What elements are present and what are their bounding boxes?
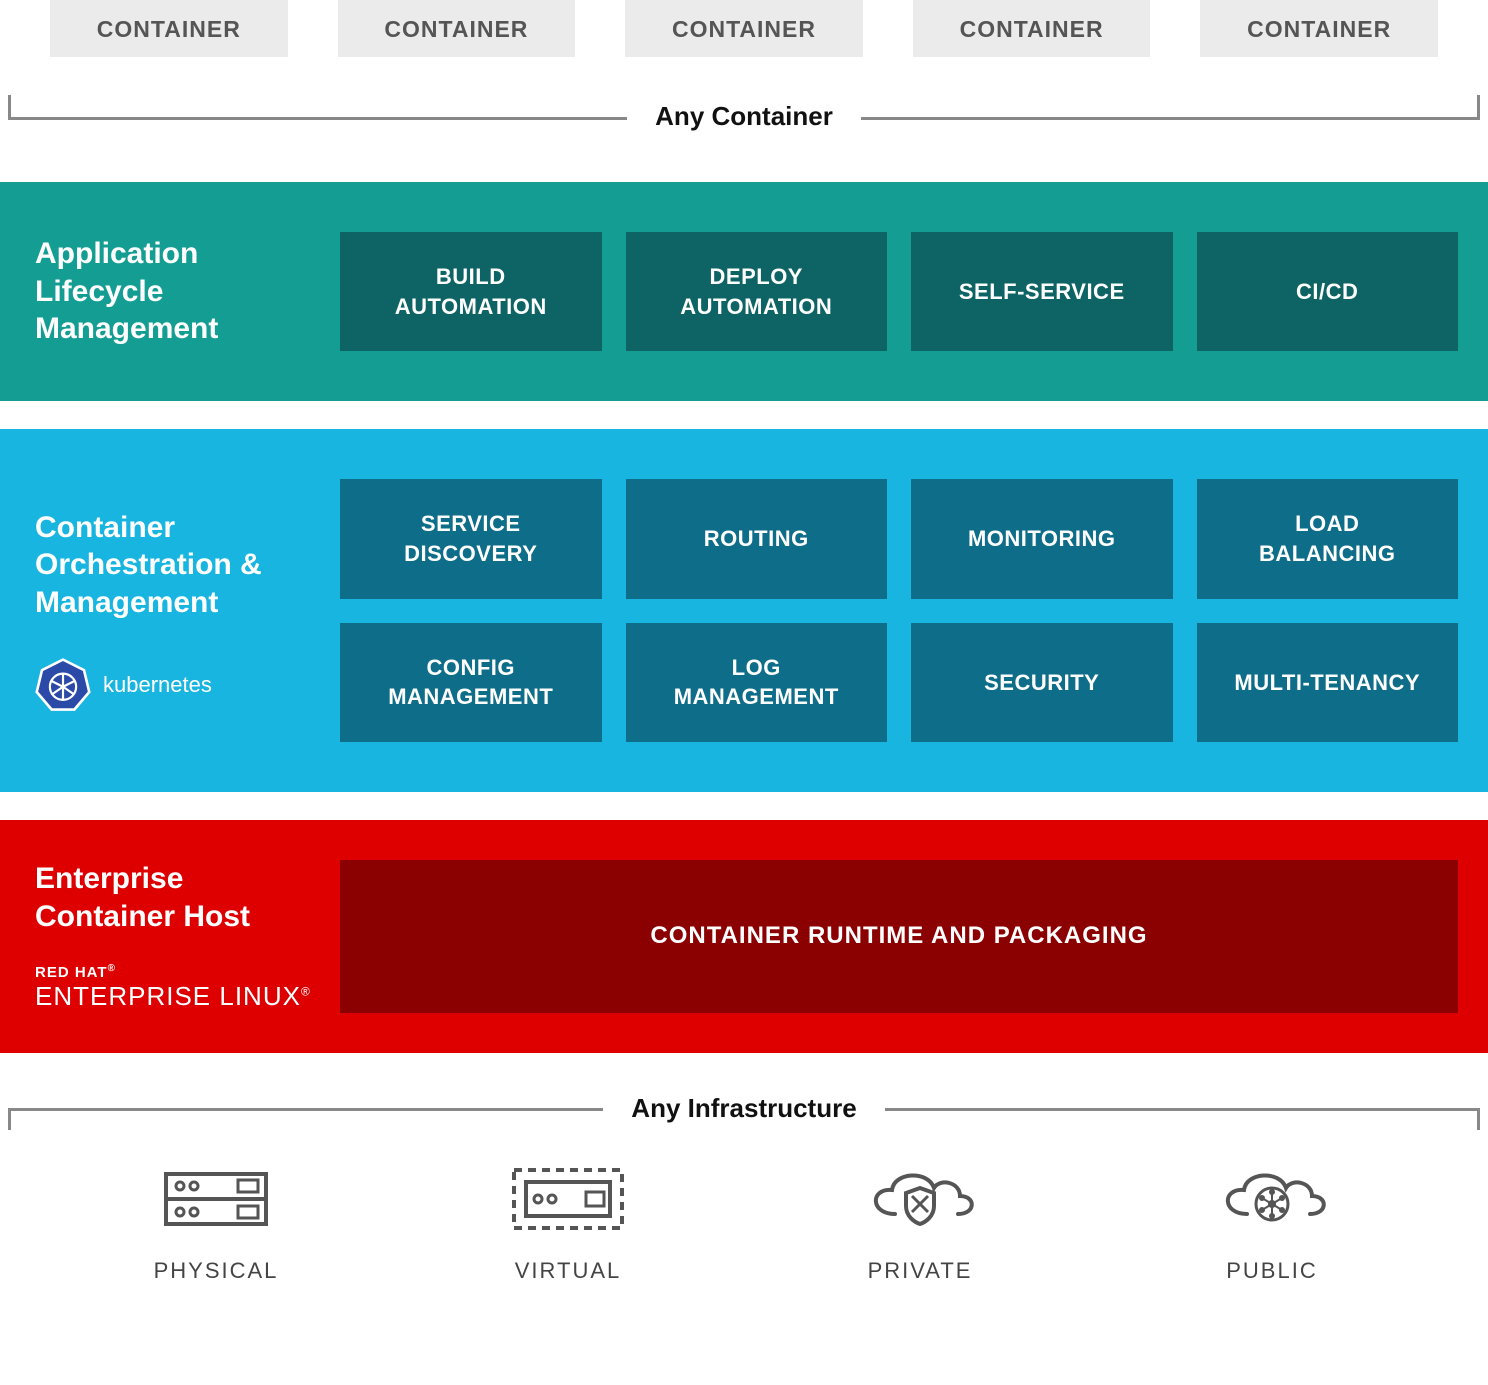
infra-virtual: VIRTUAL: [392, 1160, 744, 1284]
tile-build-automation: BUILDAUTOMATION: [340, 232, 602, 351]
infra-virtual-label: VIRTUAL: [515, 1258, 622, 1284]
infra-private: PRIVATE: [744, 1160, 1096, 1284]
infra-row: PHYSICAL VIRTUAL: [0, 1124, 1488, 1294]
container-box: CONTAINER: [913, 0, 1151, 57]
cloud-network-icon: [1202, 1160, 1342, 1240]
infra-private-label: PRIVATE: [868, 1258, 973, 1284]
tile-load-balancing: LOADBALANCING: [1197, 479, 1459, 598]
cloud-shield-icon: [850, 1160, 990, 1240]
redhat-brand: RED HAT® ENTERPRISE LINUX®: [35, 963, 320, 1012]
host-title: Enterprise Container Host: [35, 860, 320, 935]
tile-container-runtime: CONTAINER RUNTIME AND PACKAGING: [340, 860, 1458, 1012]
any-container-label: Any Container: [627, 101, 861, 132]
infra-physical-label: PHYSICAL: [154, 1258, 279, 1284]
tile-config-management: CONFIGMANAGEMENT: [340, 623, 602, 742]
alm-title: Application Lifecycle Management: [35, 235, 320, 348]
tile-log-management: LOGMANAGEMENT: [626, 623, 888, 742]
container-box: CONTAINER: [625, 0, 863, 57]
kubernetes-brand: kubernetes: [35, 657, 320, 713]
tile-routing: ROUTING: [626, 479, 888, 598]
container-box: CONTAINER: [338, 0, 576, 57]
container-box: CONTAINER: [50, 0, 288, 57]
tile-cicd: CI/CD: [1197, 232, 1459, 351]
layer-orchestration: Container Orchestration & Management: [0, 429, 1488, 792]
kubernetes-label: kubernetes: [103, 672, 212, 698]
any-infra-bracket: Any Infrastructure: [0, 1093, 1488, 1124]
kubernetes-icon: [35, 657, 91, 713]
infra-public-label: PUBLIC: [1226, 1258, 1317, 1284]
virtual-icon: [498, 1160, 638, 1240]
redhat-big: ENTERPRISE LINUX®: [35, 981, 320, 1012]
infra-public: PUBLIC: [1096, 1160, 1448, 1284]
any-container-bracket: Any Container: [0, 101, 1488, 132]
layer-host: Enterprise Container Host RED HAT® ENTER…: [0, 820, 1488, 1052]
orch-title: Container Orchestration & Management: [35, 509, 320, 622]
tile-monitoring: MONITORING: [911, 479, 1173, 598]
tile-service-discovery: SERVICEDISCOVERY: [340, 479, 602, 598]
layer-alm: Application Lifecycle Management BUILDAU…: [0, 182, 1488, 401]
server-icon: [146, 1160, 286, 1240]
any-infra-label: Any Infrastructure: [603, 1093, 884, 1124]
tile-self-service: SELF-SERVICE: [911, 232, 1173, 351]
tile-deploy-automation: DEPLOYAUTOMATION: [626, 232, 888, 351]
tile-security: SECURITY: [911, 623, 1173, 742]
tile-multi-tenancy: MULTI-TENANCY: [1197, 623, 1459, 742]
container-box: CONTAINER: [1200, 0, 1438, 57]
infra-physical: PHYSICAL: [40, 1160, 392, 1284]
redhat-small: RED HAT®: [35, 963, 320, 981]
containers-strip: CONTAINER CONTAINER CONTAINER CONTAINER …: [0, 0, 1488, 182]
